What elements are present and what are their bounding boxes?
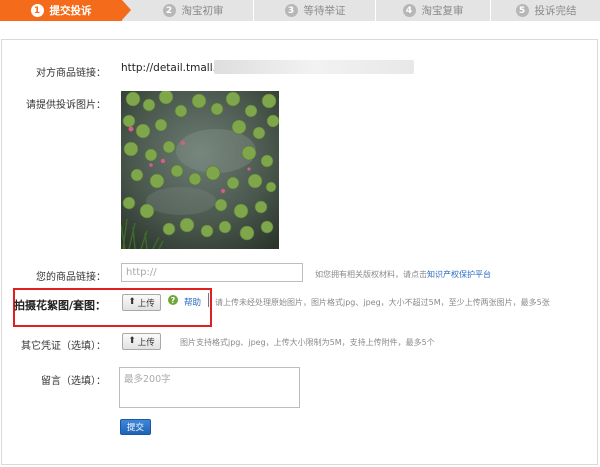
step-number: 3 bbox=[284, 4, 298, 17]
step-label: 等待举证 bbox=[303, 5, 346, 17]
step-label: 淘宝初审 bbox=[181, 5, 224, 17]
your-link-label: 您的商品链接： bbox=[36, 272, 106, 283]
proof-upload-button[interactable]: ⬆ 上传 bbox=[122, 333, 161, 350]
step-submit-complaint: 1 提交投诉 bbox=[0, 0, 122, 21]
step-number: 4 bbox=[402, 4, 416, 17]
help-icon[interactable]: ? bbox=[168, 295, 178, 305]
upload-button-label: 上传 bbox=[137, 337, 155, 348]
other-link-label: 对方商品链接： bbox=[36, 68, 106, 79]
step-label: 投诉完结 bbox=[534, 5, 577, 17]
message-label: 留言（选填）： bbox=[41, 376, 106, 387]
progress-steps: 1 提交投诉 2 淘宝初审 3 等待举证 4 淘宝复审 5 投诉完结 bbox=[0, 0, 600, 21]
step-number: 1 bbox=[30, 4, 44, 17]
upload-arrow-icon: ⬆ bbox=[128, 297, 136, 307]
step-label: 提交投诉 bbox=[49, 5, 92, 17]
image-label: 请提供投诉图片： bbox=[26, 100, 106, 111]
redacted-url-region bbox=[214, 60, 414, 74]
step-divider bbox=[375, 0, 376, 21]
help-link[interactable]: 帮助 bbox=[184, 296, 201, 308]
step-label: 淘宝复审 bbox=[421, 5, 464, 17]
other-proof-label: 其它凭证（选填）： bbox=[21, 341, 106, 352]
proof-upload-hint: 图片支持格式jpg、jpeg，上传大小限制为5M，支持上传附件，最多5个 bbox=[180, 338, 435, 347]
photo-upload-button[interactable]: ⬆ 上传 bbox=[122, 294, 161, 311]
step-divider bbox=[253, 0, 254, 21]
photo-set-label: 拍摄花絮图/套图： bbox=[13, 299, 106, 312]
step-second-review: 4 淘宝复审 bbox=[378, 0, 488, 21]
ip-protection-link[interactable]: 知识产权保护平台 bbox=[427, 270, 491, 279]
upload-arrow-icon: ⬆ bbox=[128, 336, 136, 346]
step-number: 2 bbox=[162, 4, 176, 17]
complaint-photo bbox=[121, 91, 279, 249]
step-complaint-complete: 5 投诉完结 bbox=[492, 0, 600, 21]
your-link-hint: 如您拥有相关版权材料，请点击知识产权保护平台 bbox=[315, 269, 491, 280]
pond-lily-photo bbox=[121, 91, 279, 249]
your-link-input[interactable] bbox=[121, 263, 303, 282]
step-divider bbox=[490, 0, 491, 21]
your-link-hint-text: 如您拥有相关版权材料，请点击 bbox=[315, 270, 427, 279]
step-arrow bbox=[122, 0, 131, 20]
hint-divider bbox=[208, 293, 209, 307]
step-await-evidence: 3 等待举证 bbox=[256, 0, 374, 21]
submit-button[interactable]: 提交 bbox=[120, 419, 151, 435]
step-number: 5 bbox=[515, 4, 529, 17]
step-initial-review: 2 淘宝初审 bbox=[134, 0, 252, 21]
upload-button-label: 上传 bbox=[137, 298, 155, 309]
photo-upload-hint: 请上传未经处理原始图片，图片格式jpg、jpeg，大小不超过5M，至少上传两张图… bbox=[215, 298, 550, 307]
message-textarea[interactable] bbox=[119, 367, 300, 408]
